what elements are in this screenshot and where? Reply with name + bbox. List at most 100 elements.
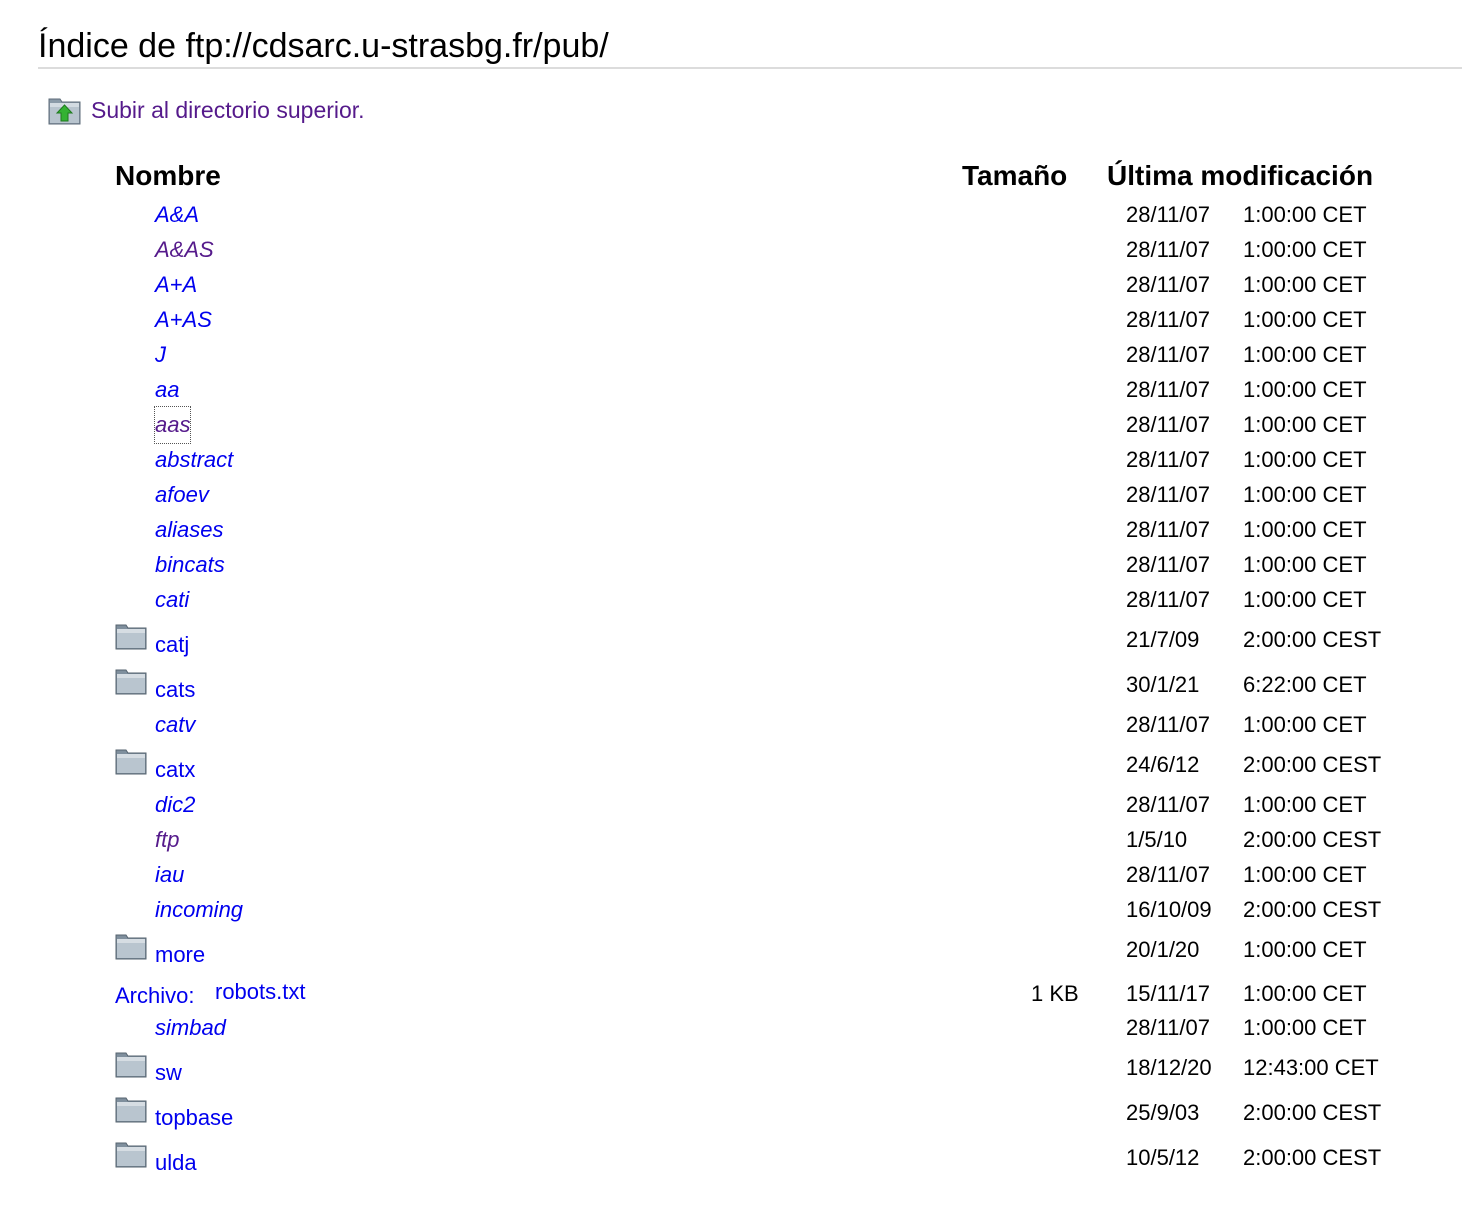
entry-date: 10/5/12 xyxy=(1126,1145,1200,1170)
entry-time: 1:00:00 CET xyxy=(1243,587,1367,612)
listing-row: A+AS 28/11/07 1:00:00 CET xyxy=(0,302,1462,338)
entry-size: 1 KB xyxy=(1031,981,1079,1006)
column-header-modified: Última modificación xyxy=(1107,160,1374,191)
entry-time: 1:00:00 CET xyxy=(1243,712,1367,737)
listing-row: sw 18/12/20 12:43:00 CET xyxy=(0,1048,1462,1085)
folder-icon xyxy=(115,667,147,695)
entry-time: 2:00:00 CEST xyxy=(1243,752,1382,777)
symlink-link[interactable]: incoming xyxy=(155,892,243,928)
folder-icon xyxy=(115,932,147,960)
listing-row: incoming 16/10/09 2:00:00 CEST xyxy=(0,892,1462,928)
entry-time: 1:00:00 CET xyxy=(1243,862,1367,887)
entry-date: 28/11/07 xyxy=(1126,412,1211,437)
folder-link[interactable]: catj xyxy=(155,627,189,663)
symlink-link[interactable]: abstract xyxy=(155,442,233,478)
folder-link[interactable]: topbase xyxy=(155,1100,233,1136)
folder-icon xyxy=(115,622,147,650)
folder-link[interactable]: catx xyxy=(155,752,195,788)
folder-icon xyxy=(115,747,147,775)
entry-time: 2:00:00 CEST xyxy=(1243,627,1382,652)
entry-time: 1:00:00 CET xyxy=(1243,1015,1367,1040)
symlink-link[interactable]: catv xyxy=(155,707,195,743)
entry-date: 28/11/07 xyxy=(1126,447,1211,472)
symlink-link[interactable]: cati xyxy=(155,582,189,618)
symlink-link[interactable]: iau xyxy=(155,857,184,893)
symlink-link[interactable]: aliases xyxy=(155,512,223,548)
symlink-link[interactable]: aas xyxy=(153,406,192,444)
folder-link[interactable]: more xyxy=(155,937,205,973)
listing-row: topbase 25/9/03 2:00:00 CEST xyxy=(0,1093,1462,1130)
entry-time: 6:22:00 CET xyxy=(1243,672,1367,697)
folder-link[interactable]: ulda xyxy=(155,1145,197,1181)
entry-time: 2:00:00 CEST xyxy=(1243,1145,1382,1170)
entry-date: 28/11/07 xyxy=(1126,712,1211,737)
folder-link[interactable]: cats xyxy=(155,672,195,708)
listing-row: catv 28/11/07 1:00:00 CET xyxy=(0,707,1462,743)
entry-date: 28/11/07 xyxy=(1126,272,1211,297)
column-header-size: Tamaño xyxy=(962,160,1068,191)
listing-row: afoev 28/11/07 1:00:00 CET xyxy=(0,477,1462,513)
title-divider xyxy=(38,67,1462,69)
listing-row: iau 28/11/07 1:00:00 CET xyxy=(0,857,1462,893)
entry-time: 1:00:00 CET xyxy=(1243,552,1367,577)
listing-row: more 20/1/20 1:00:00 CET xyxy=(0,930,1462,967)
entry-time: 1:00:00 CET xyxy=(1243,342,1367,367)
listing-row: J 28/11/07 1:00:00 CET xyxy=(0,337,1462,373)
entry-time: 1:00:00 CET xyxy=(1243,937,1367,962)
up-folder-icon xyxy=(48,98,81,125)
entry-date: 28/11/07 xyxy=(1126,307,1211,332)
entry-date: 28/11/07 xyxy=(1126,1015,1211,1040)
entry-time: 1:00:00 CET xyxy=(1243,482,1367,507)
entry-time: 1:00:00 CET xyxy=(1243,412,1367,437)
symlink-link[interactable]: A&AS xyxy=(155,232,214,268)
parent-directory-link[interactable]: Subir al directorio superior. xyxy=(48,92,365,128)
symlink-link[interactable]: dic2 xyxy=(155,787,195,823)
entry-time: 2:00:00 CEST xyxy=(1243,897,1382,922)
entry-date: 18/12/20 xyxy=(1126,1055,1212,1080)
entry-time: 1:00:00 CET xyxy=(1243,517,1367,542)
entry-time: 2:00:00 CEST xyxy=(1243,1100,1382,1125)
symlink-link[interactable]: bincats xyxy=(155,547,225,583)
entry-date: 15/11/17 xyxy=(1126,981,1211,1006)
entry-date: 28/11/07 xyxy=(1126,792,1211,817)
entry-date: 21/7/09 xyxy=(1126,627,1200,652)
entry-date: 28/11/07 xyxy=(1126,587,1211,612)
entry-date: 28/11/07 xyxy=(1126,237,1211,262)
listing-row: abstract 28/11/07 1:00:00 CET xyxy=(0,442,1462,478)
entry-time: 2:00:00 CEST xyxy=(1243,827,1382,852)
entry-date: 28/11/07 xyxy=(1126,342,1211,367)
symlink-link[interactable]: A+A xyxy=(155,267,197,303)
folder-icon xyxy=(115,1050,147,1078)
symlink-link[interactable]: ftp xyxy=(155,822,179,858)
entry-date: 16/10/09 xyxy=(1126,897,1212,922)
entry-date: 24/6/12 xyxy=(1126,752,1200,777)
listing-row: aa 28/11/07 1:00:00 CET xyxy=(0,372,1462,408)
entry-time: 1:00:00 CET xyxy=(1243,307,1367,332)
file-link[interactable]: robots.txt xyxy=(215,974,305,1010)
listing-row: aas 28/11/07 1:00:00 CET xyxy=(0,406,1462,444)
listing-row: bincats 28/11/07 1:00:00 CET xyxy=(0,547,1462,583)
symlink-link[interactable]: A&A xyxy=(155,197,199,233)
listing-row: cats 30/1/21 6:22:00 CET xyxy=(0,665,1462,702)
listing-row: dic2 28/11/07 1:00:00 CET xyxy=(0,787,1462,823)
folder-link[interactable]: sw xyxy=(155,1055,182,1091)
entry-time: 1:00:00 CET xyxy=(1243,272,1367,297)
file-type-label: Archivo: xyxy=(115,983,195,1008)
column-header-name: Nombre xyxy=(115,160,221,191)
entry-date: 28/11/07 xyxy=(1126,517,1211,542)
listing-row: ftp 1/5/10 2:00:00 CEST xyxy=(0,822,1462,858)
symlink-link[interactable]: A+AS xyxy=(155,302,212,338)
symlink-link[interactable]: simbad xyxy=(155,1010,226,1046)
symlink-link[interactable]: J xyxy=(155,337,166,373)
listing-row: A+A 28/11/07 1:00:00 CET xyxy=(0,267,1462,303)
entry-date: 28/11/07 xyxy=(1126,482,1211,507)
entry-date: 25/9/03 xyxy=(1126,1100,1200,1125)
entry-time: 12:43:00 CET xyxy=(1243,1055,1379,1080)
symlink-link[interactable]: aa xyxy=(155,372,179,408)
folder-icon xyxy=(115,1140,147,1168)
entry-time: 1:00:00 CET xyxy=(1243,202,1367,227)
entry-date: 28/11/07 xyxy=(1126,377,1211,402)
symlink-link[interactable]: afoev xyxy=(155,477,209,513)
folder-icon xyxy=(115,1095,147,1123)
entry-date: 30/1/21 xyxy=(1126,672,1200,697)
